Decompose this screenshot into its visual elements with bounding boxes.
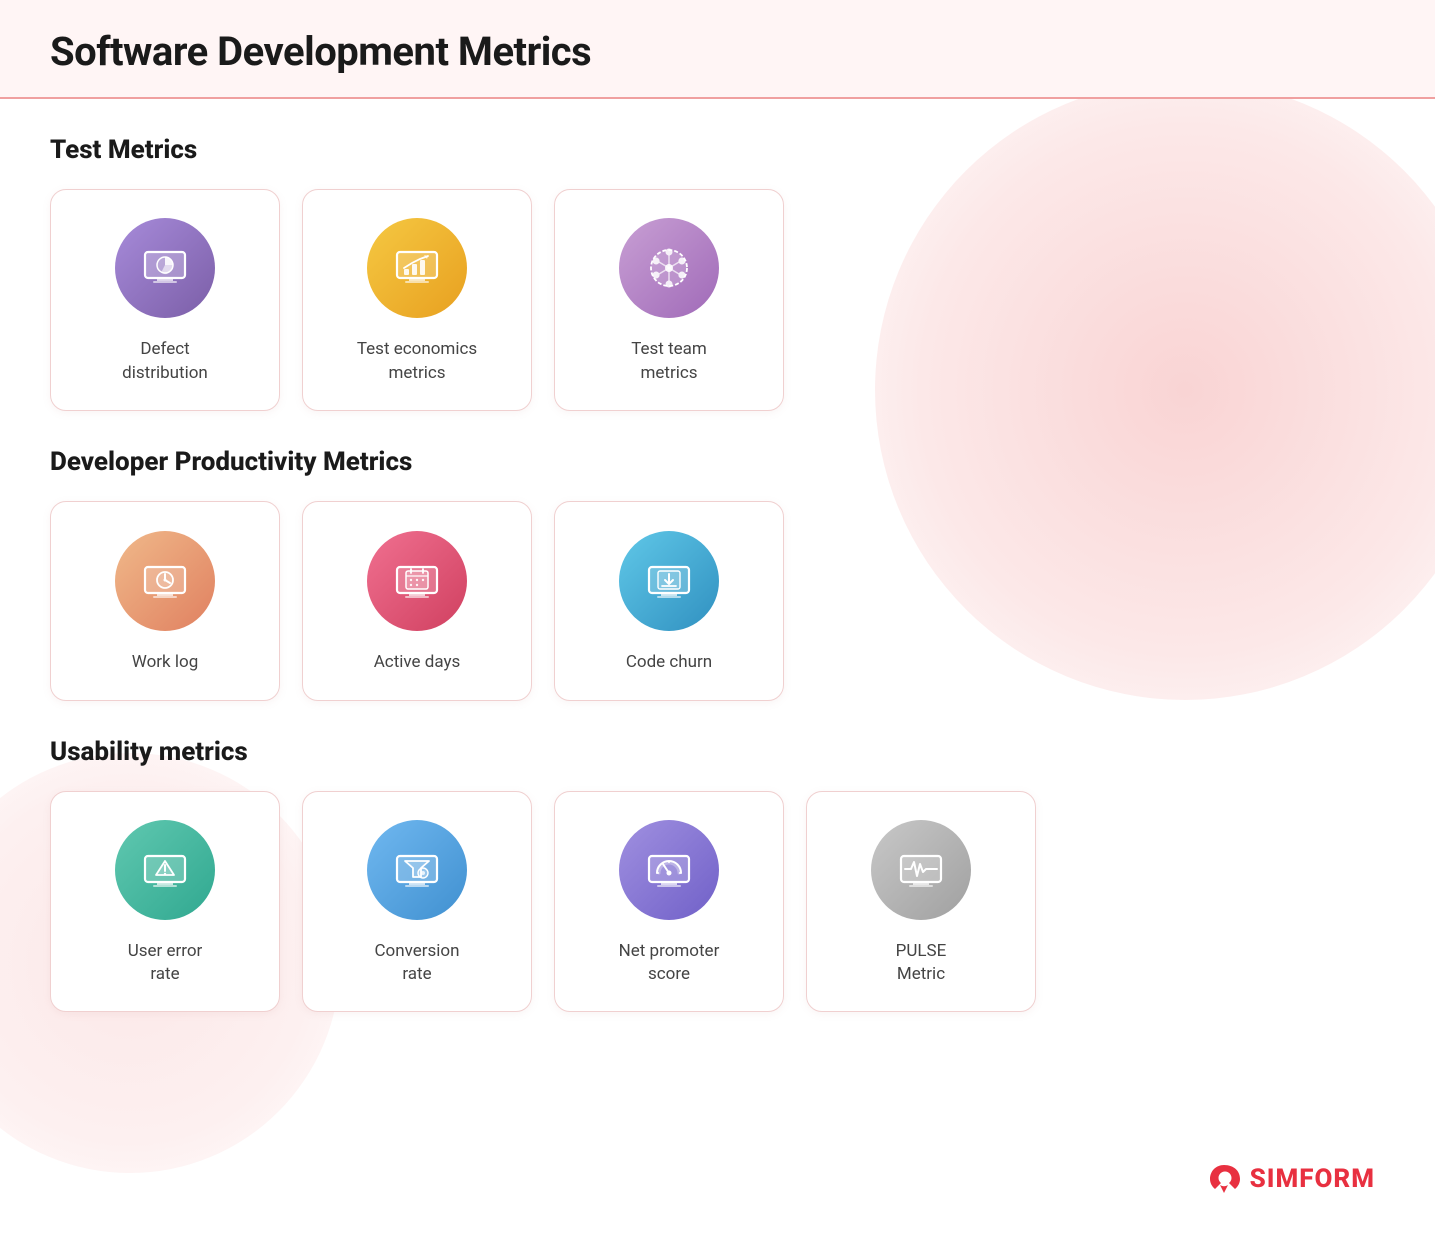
cards-row-usability: User errorrate Conversionr [50,791,1385,1013]
monitor-funnel-icon [391,844,443,896]
card-label-pulse: PULSEMetric [896,940,947,988]
card-user-error-rate[interactable]: User errorrate [50,791,280,1013]
monitor-chart-icon [139,242,191,294]
card-test-team[interactable]: Test teammetrics [554,189,784,411]
icon-bg-worklog [115,531,215,631]
card-label-team: Test teammetrics [631,338,707,386]
section-title-test-metrics: Test Metrics [50,135,1385,165]
icon-bg-economics [367,218,467,318]
card-pulse-metric[interactable]: PULSEMetric [806,791,1036,1013]
icon-bg-usererror [115,820,215,920]
cards-row-dev: Work log [50,501,1385,701]
card-label-conversion: Conversionrate [374,940,459,988]
card-test-economics[interactable]: Test economicsmetrics [302,189,532,411]
card-code-churn[interactable]: Code churn [554,501,784,701]
card-label-worklog: Work log [132,651,199,675]
card-label-activedays: Active days [374,651,461,675]
chart-bar-icon [391,242,443,294]
icon-bg-nps [619,820,719,920]
icon-bg-conversion [367,820,467,920]
monitor-clock-icon [139,555,191,607]
card-label-economics: Test economicsmetrics [357,338,477,386]
section-usability: Usability metrics User errorrate [50,737,1385,1013]
page-header: Software Development Metrics [0,0,1435,99]
monitor-calendar-icon [391,555,443,607]
card-conversion-rate[interactable]: Conversionrate [302,791,532,1013]
page-content: Test Metrics Defectdistribut [0,99,1435,1098]
monitor-pulse-icon [895,844,947,896]
icon-bg-defect [115,218,215,318]
card-work-log[interactable]: Work log [50,501,280,701]
simform-logo-icon [1206,1161,1242,1197]
section-dev-productivity: Developer Productivity Metrics [50,447,1385,701]
card-net-promoter[interactable]: Net promoterscore [554,791,784,1013]
card-label-defect: Defectdistribution [122,338,208,386]
page-title: Software Development Metrics [50,28,1385,75]
card-active-days[interactable]: Active days [302,501,532,701]
cards-row-test: Defectdistribution [50,189,1385,411]
card-label-nps: Net promoterscore [619,940,720,988]
simform-logo: SIMFORM [1206,1161,1375,1197]
monitor-gauge-icon [643,844,695,896]
team-network-icon [643,242,695,294]
monitor-code-icon [643,555,695,607]
simform-logo-text: SIMFORM [1250,1164,1375,1194]
icon-bg-activedays [367,531,467,631]
icon-bg-codechurn [619,531,719,631]
monitor-alert-icon [139,844,191,896]
icon-bg-team [619,218,719,318]
section-title-dev: Developer Productivity Metrics [50,447,1385,477]
card-label-codechurn: Code churn [626,651,712,675]
card-label-usererror: User errorrate [128,940,203,988]
section-test-metrics: Test Metrics Defectdistribut [50,135,1385,411]
section-title-usability: Usability metrics [50,737,1385,767]
card-defect-distribution[interactable]: Defectdistribution [50,189,280,411]
icon-bg-pulse [871,820,971,920]
